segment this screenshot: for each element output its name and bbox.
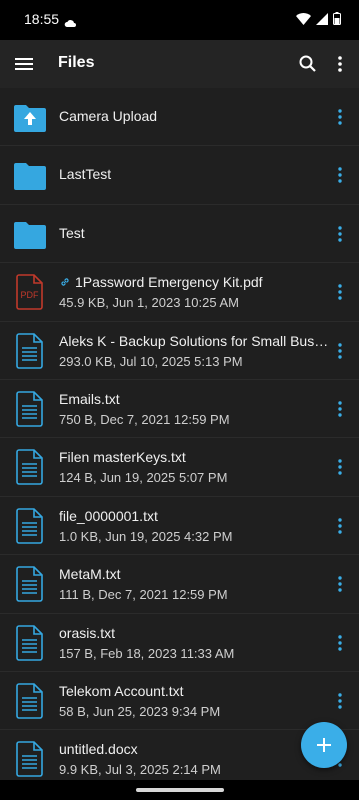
folder-upload-icon: [12, 98, 48, 136]
item-name: Test: [59, 225, 329, 241]
item-meta: 1.0 KB, Jun 19, 2025 4:32 PM: [59, 528, 233, 544]
item-name-text: Aleks K - Backup Solutions for Small Bus…: [59, 332, 329, 349]
hamburger-menu-icon[interactable]: [12, 52, 36, 76]
file-row[interactable]: MetaM.txt 111 B, Dec 7, 2021 12:59 PM: [0, 555, 359, 614]
page-title: Files: [58, 54, 95, 71]
document-icon: [12, 740, 48, 778]
search-icon[interactable]: [296, 52, 320, 76]
folder-icon: [12, 156, 48, 194]
item-more-icon[interactable]: [330, 339, 350, 363]
item-name: 1Password Emergency Kit.pdf: [59, 274, 329, 290]
navigation-bar: [0, 780, 359, 800]
item-name-text: orasis.txt: [59, 624, 116, 641]
item-more-icon[interactable]: [330, 514, 350, 538]
folder-row[interactable]: LastTest: [0, 146, 359, 205]
item-more-icon[interactable]: [330, 455, 350, 479]
gesture-handle[interactable]: [136, 788, 224, 792]
item-more-icon[interactable]: [330, 163, 350, 187]
status-time: 18:55: [24, 11, 60, 27]
file-row[interactable]: Telekom Account.txt 58 B, Jun 25, 2023 9:…: [0, 672, 359, 731]
item-name: Emails.txt: [59, 391, 329, 407]
document-icon: [12, 448, 48, 486]
pdf-file-icon: PDF: [12, 273, 48, 311]
item-name-text: MetaM.txt: [59, 566, 121, 583]
item-name-text: LastTest: [59, 166, 112, 183]
item-more-icon[interactable]: [330, 572, 350, 596]
item-name-text: untitled.docx: [59, 741, 138, 758]
document-icon: [12, 624, 48, 662]
item-name: orasis.txt: [59, 625, 329, 641]
item-meta: 157 B, Feb 18, 2023 11:33 AM: [59, 645, 235, 661]
overflow-menu-icon[interactable]: [328, 52, 352, 76]
plus-icon: [317, 738, 331, 752]
item-name: file_0000001.txt: [59, 508, 329, 524]
item-more-icon[interactable]: [330, 280, 350, 304]
item-name-text: Emails.txt: [59, 390, 120, 407]
item-name-text: file_0000001.txt: [59, 507, 158, 524]
document-icon: [12, 682, 48, 720]
folder-row[interactable]: Camera Upload: [0, 88, 359, 147]
item-name-text: Filen masterKeys.txt: [59, 449, 186, 466]
folder-row[interactable]: Test: [0, 205, 359, 264]
cell-signal-icon: [316, 12, 328, 30]
file-list: Camera Upload LastTest Test PDF 1Password Em…: [0, 88, 359, 780]
cloud-icon: [64, 14, 76, 32]
item-more-icon[interactable]: [330, 631, 350, 655]
item-name-text: Telekom Account.txt: [59, 682, 184, 699]
svg-text:PDF: PDF: [21, 290, 40, 300]
document-icon: [12, 390, 48, 428]
link-icon: [59, 275, 71, 287]
app-bar: Files: [0, 40, 359, 88]
add-fab-button[interactable]: [301, 722, 347, 768]
wifi-icon: [296, 12, 311, 30]
item-name-text: Camera Upload: [59, 108, 158, 124]
item-more-icon[interactable]: [330, 105, 350, 129]
file-row[interactable]: orasis.txt 157 B, Feb 18, 2023 11:33 AM: [0, 614, 359, 672]
item-meta: 111 B, Dec 7, 2021 12:59 PM: [59, 587, 228, 603]
item-meta: 750 B, Dec 7, 2021 12:59 PM: [59, 411, 230, 427]
item-name: Filen masterKeys.txt: [59, 449, 329, 465]
item-meta: 9.9 KB, Jul 3, 2025 2:14 PM: [59, 762, 221, 778]
item-name: Camera Upload: [59, 108, 329, 124]
file-row[interactable]: Aleks K - Backup Solutions for Small Bus…: [0, 322, 359, 380]
item-name-text: 1Password Emergency Kit.pdf: [75, 274, 263, 291]
file-row[interactable]: Emails.txt 750 B, Dec 7, 2021 12:59 PM: [0, 380, 359, 439]
battery-icon: [333, 12, 341, 30]
document-icon: [12, 565, 48, 603]
item-meta: 45.9 KB, Jun 1, 2023 10:25 AM: [59, 295, 239, 311]
item-meta: 124 B, Jun 19, 2025 5:07 PM: [59, 470, 228, 486]
document-icon: [12, 332, 48, 370]
item-more-icon[interactable]: [330, 222, 350, 246]
document-icon: [12, 507, 48, 545]
item-meta: 293.0 KB, Jul 10, 2025 5:13 PM: [59, 353, 243, 369]
file-row[interactable]: file_0000001.txt 1.0 KB, Jun 19, 2025 4:3…: [0, 497, 359, 556]
item-more-icon[interactable]: [330, 689, 350, 713]
item-more-icon[interactable]: [330, 397, 350, 421]
file-row[interactable]: PDF 1Password Emergency Kit.pdf 45.9 KB, J…: [0, 263, 359, 322]
item-meta: 58 B, Jun 25, 2023 9:34 PM: [59, 703, 221, 719]
item-name: Aleks K - Backup Solutions for Small Bus…: [59, 333, 329, 349]
item-name: LastTest: [59, 166, 329, 182]
status-bar: 18:55: [0, 0, 359, 40]
folder-icon: [12, 215, 48, 253]
file-row[interactable]: Filen masterKeys.txt 124 B, Jun 19, 2025 …: [0, 438, 359, 497]
item-name: Telekom Account.txt: [59, 683, 329, 699]
item-name: untitled.docx: [59, 741, 329, 757]
item-name: MetaM.txt: [59, 566, 329, 582]
item-name-text: Test: [59, 224, 85, 241]
